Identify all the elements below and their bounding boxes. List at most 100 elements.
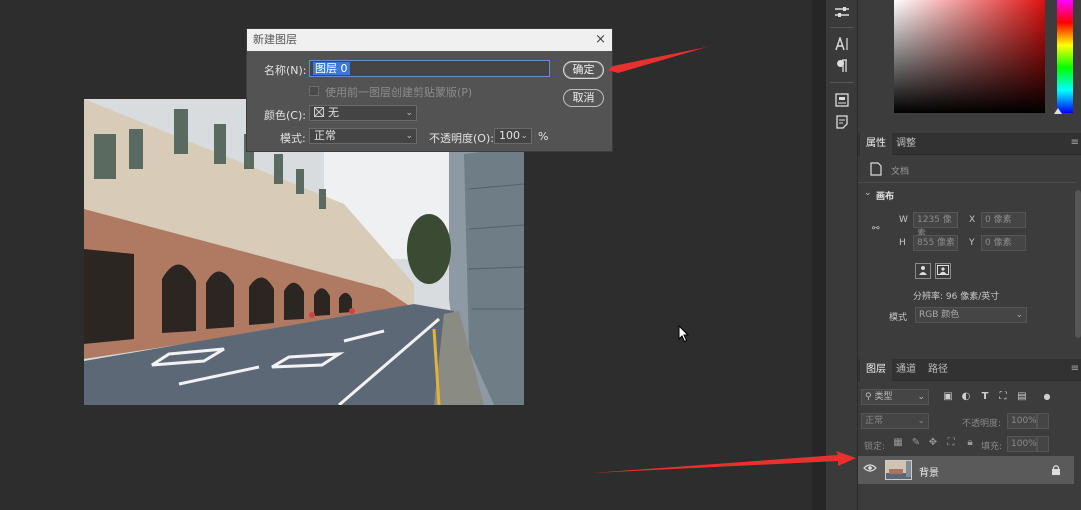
layer-name-input[interactable]: 图层 0 [309, 60, 550, 77]
name-label: 名称(N): [264, 64, 307, 77]
tab-layers[interactable]: 图层 [860, 359, 892, 381]
height-label: H [899, 238, 906, 248]
properties-scrollbar[interactable] [1075, 190, 1081, 338]
chevron-down-icon[interactable]: ⌄ [864, 188, 872, 198]
layer-opacity-label: 不透明度: [962, 419, 1002, 429]
new-layer-dialog: 新建图层 × 名称(N): 图层 0 使用前一图层创建剪贴蒙版(P) 颜色(C)… [246, 28, 613, 152]
opacity-unit: % [538, 130, 549, 143]
layer-blend-mode-value: 正常 [865, 416, 884, 426]
color-value: 无 [328, 106, 339, 119]
clip-mask-checkbox[interactable] [309, 86, 319, 96]
visibility-eye-icon[interactable] [863, 463, 877, 477]
notes-panel-icon[interactable] [833, 115, 851, 131]
lock-artboard-icon[interactable]: ⛶ [945, 437, 957, 449]
layer-opacity-field[interactable]: 100% [1007, 413, 1037, 429]
color-select[interactable]: 无 ⌄ [309, 105, 417, 121]
hue-slider-handle[interactable] [1054, 108, 1062, 114]
tab-channels[interactable]: 通道 [890, 359, 922, 381]
width-label: W [899, 215, 908, 225]
dialog-titlebar[interactable]: 新建图层 × [247, 29, 612, 51]
panel-dock-divider [812, 0, 826, 510]
color-mode-label: 模式 [889, 313, 908, 323]
layer-name[interactable]: 背景 [919, 464, 939, 479]
lock-position-icon[interactable]: ✥ [927, 437, 939, 449]
mode-label: 模式: [280, 132, 306, 145]
cancel-button[interactable]: 取消 [563, 89, 604, 107]
hue-slider[interactable] [1057, 0, 1073, 113]
lock-all-icon[interactable]: 🔒︎ [964, 437, 976, 449]
ok-button[interactable]: 确定 [563, 61, 604, 79]
filter-type-icon[interactable]: T [979, 391, 991, 403]
search-icon: ⚲ [865, 392, 872, 402]
layer-filter-value: 类型 [874, 392, 893, 402]
canvas-section-title: 画布 [876, 192, 895, 202]
dialog-title: 新建图层 [253, 33, 297, 46]
filter-smart-object-icon[interactable]: ▤ [1016, 391, 1028, 403]
adjust-sliders-icon[interactable] [833, 5, 851, 21]
chevron-down-icon: ⌄ [917, 392, 925, 402]
filter-pixel-icon[interactable]: ▣ [942, 391, 954, 403]
divider [830, 82, 854, 83]
x-label: X [969, 215, 976, 225]
mouse-cursor-icon [678, 325, 690, 343]
layer-thumbnail [885, 460, 912, 480]
chevron-down-icon: ⌄ [1015, 310, 1023, 320]
glyphs-panel-icon[interactable] [833, 93, 851, 109]
y-label: Y [969, 238, 975, 248]
opacity-input[interactable]: 100 ⌄ [494, 128, 532, 144]
panel-icon-column [826, 0, 858, 510]
chevron-down-icon[interactable] [1037, 436, 1049, 452]
canvas-y-field[interactable]: 0 像素 [981, 235, 1026, 251]
tab-properties[interactable]: 属性 [860, 133, 892, 155]
right-panel: 属性 调整 ≡ 文档 ⌄ 画布 W 1235 像素 X 0 像素 ⚯ H 855… [858, 0, 1081, 510]
tab-adjustments[interactable]: 调整 [890, 133, 922, 155]
color-label: 颜色(C): [264, 109, 306, 122]
chevron-down-icon: ⌄ [405, 131, 413, 141]
close-icon[interactable]: × [595, 29, 606, 51]
layers-tabbar: 图层 通道 路径 ≡ [858, 359, 1081, 381]
canvas-height-field[interactable]: 855 像素 [913, 235, 958, 251]
character-icon[interactable] [833, 35, 851, 53]
filter-shape-icon[interactable]: ⛶ [997, 391, 1009, 403]
color-mode-select[interactable]: RGB 颜色 ⌄ [915, 307, 1027, 323]
link-chain-icon[interactable]: ⚯ [872, 224, 880, 234]
opacity-label: 不透明度(O): [429, 132, 494, 145]
fill-label: 填充: [981, 442, 1003, 452]
divider [858, 182, 1076, 183]
lock-label: 锁定: [864, 442, 886, 452]
resolution-text: 分辨率: 96 像素/英寸 [913, 292, 1000, 302]
canvas-x-field[interactable]: 0 像素 [981, 212, 1026, 228]
color-none-swatch-icon [314, 107, 324, 117]
panel-menu-icon[interactable]: ≡ [1071, 137, 1079, 148]
properties-tabbar: 属性 调整 ≡ [858, 133, 1081, 155]
layer-blend-mode-select[interactable]: 正常 ⌄ [861, 413, 929, 429]
layer-row-background[interactable]: 背景 [858, 456, 1074, 484]
chevron-down-icon: ⌄ [917, 416, 925, 426]
chevron-down-icon: ⌄ [405, 108, 413, 118]
color-field[interactable] [894, 0, 1045, 113]
blend-mode-value: 正常 [314, 129, 336, 142]
filter-adjustment-icon[interactable]: ◐ [960, 391, 972, 403]
document-icon [868, 162, 884, 178]
opacity-value: 100 [499, 129, 520, 142]
document-label: 文档 [891, 167, 910, 177]
tab-paths[interactable]: 路径 [922, 359, 954, 381]
landscape-orientation-icon[interactable] [935, 263, 951, 279]
chevron-down-icon[interactable] [1037, 413, 1049, 429]
layer-filter-select[interactable]: ⚲ 类型 ⌄ [861, 389, 929, 405]
lock-image-icon[interactable]: ✎ [910, 437, 922, 449]
blend-mode-select[interactable]: 正常 ⌄ [309, 128, 417, 144]
layer-fill-field[interactable]: 100% [1007, 436, 1037, 452]
paragraph-icon[interactable] [833, 59, 851, 75]
color-mode-value: RGB 颜色 [919, 310, 960, 320]
layer-name-value: 图层 0 [313, 62, 350, 75]
panel-menu-icon[interactable]: ≡ [1071, 363, 1079, 374]
canvas-width-field[interactable]: 1235 像素 [913, 212, 958, 239]
lock-icon[interactable] [1051, 464, 1061, 479]
clip-mask-label: 使用前一图层创建剪贴蒙版(P) [325, 86, 473, 99]
divider [830, 27, 854, 28]
chevron-down-icon: ⌄ [520, 131, 528, 141]
lock-transparent-icon[interactable]: ▦ [892, 437, 904, 449]
filter-toggle-icon[interactable]: ● [1041, 391, 1053, 403]
portrait-orientation-icon[interactable] [915, 263, 931, 279]
